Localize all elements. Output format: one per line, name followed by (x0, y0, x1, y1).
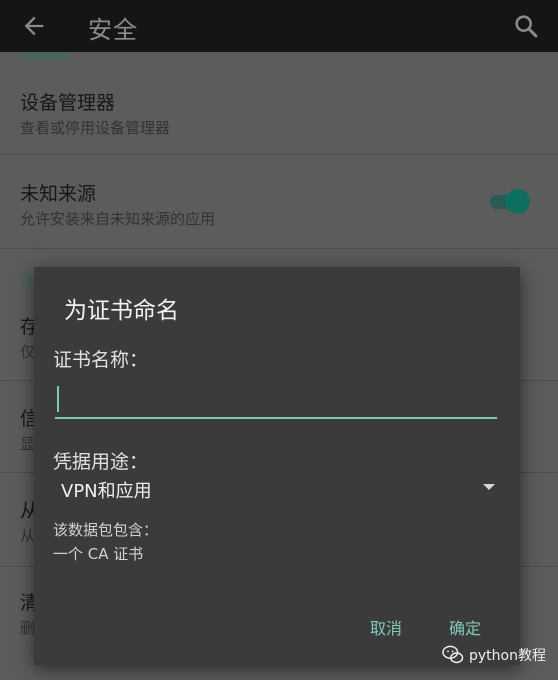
unknown-sources-toggle[interactable] (490, 189, 530, 215)
package-contains-value: 一个 CA 证书 (53, 545, 144, 563)
ok-button[interactable]: 确定 (449, 615, 481, 639)
dialog-title: 为证书命名 (64, 298, 179, 324)
setting-device-admin[interactable]: 设备管理器 查看或停用设备管理器 (0, 86, 558, 152)
page-title: 安全 (88, 16, 138, 44)
dropdown-arrow-icon (483, 484, 495, 490)
cancel-button[interactable]: 取消 (370, 615, 402, 639)
package-contains-label: 该数据包包含： (53, 521, 159, 539)
credential-usage-label: 凭据用途： (53, 451, 149, 473)
wechat-icon (442, 645, 464, 664)
setting-title: 未知来源 (20, 183, 97, 205)
setting-title: 设备管理器 (20, 92, 116, 114)
arrow-left-icon[interactable] (20, 12, 48, 40)
setting-unknown-sources[interactable]: 未知来源 允许安装来自未知来源的应用 (0, 177, 558, 243)
text-cursor (57, 386, 59, 412)
divider (0, 248, 558, 249)
watermark-text: python教程 (469, 648, 546, 664)
toggle-thumb (505, 189, 530, 214)
credential-usage-select[interactable]: VPN和应用 (53, 475, 503, 502)
setting-subtitle: 仅 (20, 343, 36, 361)
search-icon[interactable] (512, 12, 540, 40)
setting-subtitle: 从 (20, 527, 36, 545)
setting-subtitle: 显 (20, 435, 36, 453)
certificate-name-label: 证书名称： (53, 349, 149, 371)
setting-subtitle: 查看或停用设备管理器 (20, 119, 171, 137)
divider (0, 154, 558, 155)
credential-usage-value: VPN和应用 (61, 481, 152, 502)
setting-subtitle: 允许安装来自未知来源的应用 (20, 210, 216, 228)
setting-subtitle: 删 (20, 619, 36, 637)
certificate-name-input[interactable] (55, 381, 497, 419)
app-bar: 安全 (0, 0, 558, 52)
name-certificate-dialog: 为证书命名 证书名称： 凭据用途： VPN和应用 该数据包包含： 一个 CA 证… (34, 267, 520, 665)
category-header-credential-storage: 凭 (20, 273, 34, 289)
